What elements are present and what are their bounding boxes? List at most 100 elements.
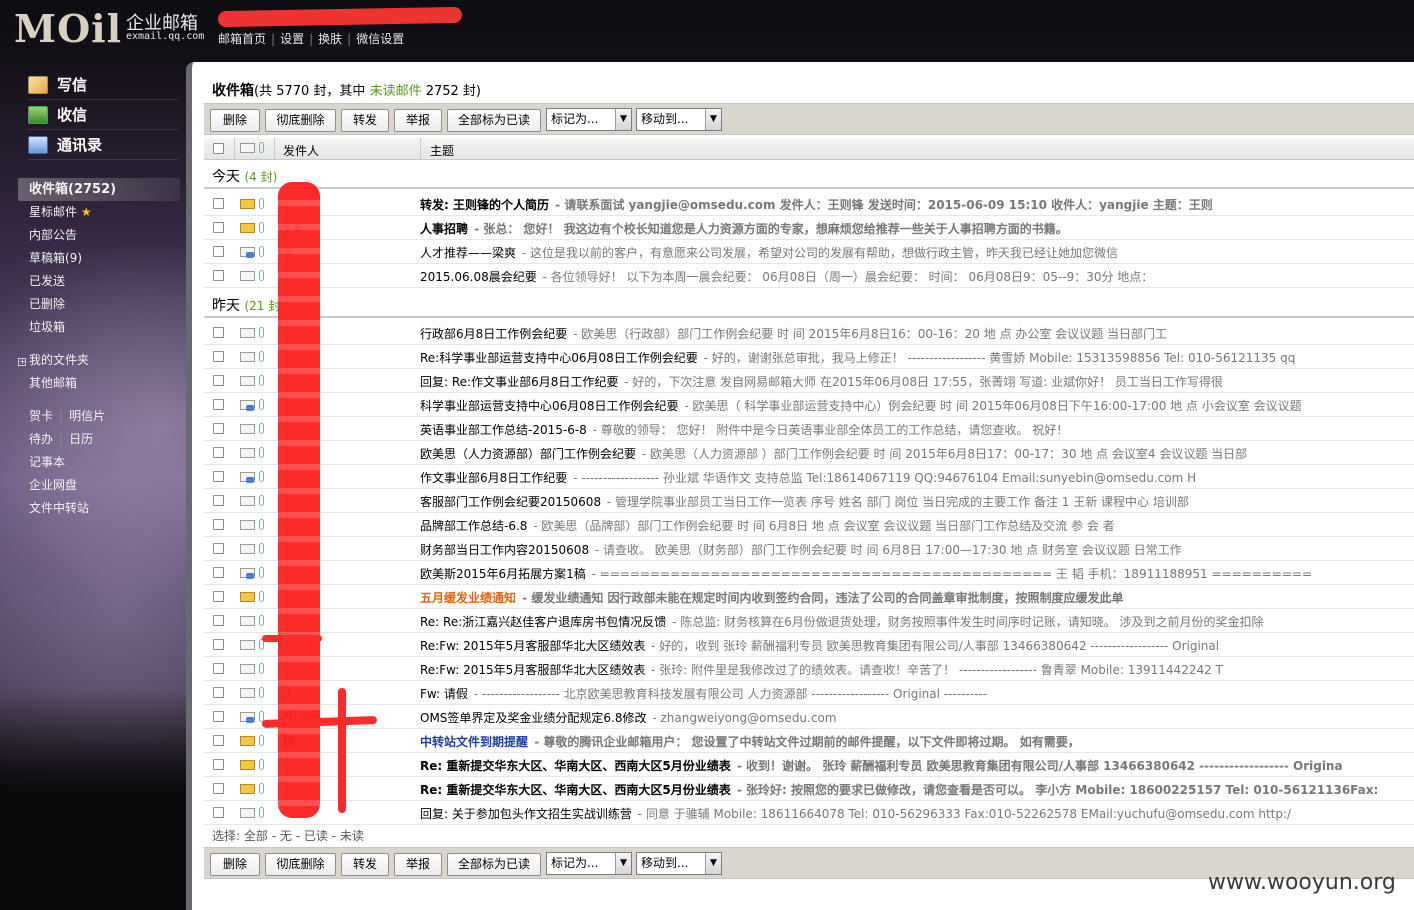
row-subject[interactable]: 五月缓发业绩通知 - 缓发业绩通知 因行政部未能在规定时间内收到签约合同，违法了… <box>420 589 1124 606</box>
row-subject[interactable]: Re:Fw: 2015年5月客服部华北大区绩效表 - 好的，收到 张玲 薪酬福利… <box>420 637 1219 654</box>
row-subject[interactable]: 作文事业部6月8日工作纪要 - ------------------ 孙业斌 华… <box>420 469 1196 486</box>
list-item[interactable]: 人Fw: 请假 - ------------------ 北京欧美思教育科技发展… <box>204 681 1414 705</box>
row-subject[interactable]: 人才推荐——梁爽 - 这位是我以前的客户，有意愿来公司发展，希望对公司的发展有帮… <box>420 244 1118 261</box>
mark-all-read-button[interactable]: 全部标为已读 <box>447 853 541 876</box>
column-subject[interactable]: 主题 <box>430 142 454 159</box>
list-item[interactable]: 转发: 王则锋的个人简历 - 请联系面试 yangjie@omsedu.com … <box>204 192 1414 216</box>
column-sender[interactable]: 发件人 <box>283 142 319 159</box>
delete-button[interactable]: 删除 <box>210 109 260 132</box>
mark-as-select[interactable]: 标记为... ▼ <box>546 108 632 131</box>
row-checkbox[interactable] <box>213 270 224 281</box>
sidebar-item-spam[interactable]: 垃圾箱 <box>0 316 185 339</box>
topnav-wechat[interactable]: 微信设置 <box>356 32 404 46</box>
compose-button[interactable]: 写信 <box>28 70 178 100</box>
row-subject[interactable]: OMS签单界定及奖金业绩分配规定6.8修改 - zhangweiyong@oms… <box>420 709 836 726</box>
sidebar-item-transfer[interactable]: 文件中转站 <box>0 497 185 520</box>
row-checkbox[interactable] <box>213 687 224 698</box>
row-checkbox[interactable] <box>213 423 224 434</box>
list-item[interactable]: 英语事业部工作总结-2015-6-8 - 尊敬的领导： 您好！ 附件中是今日英语… <box>204 417 1414 441</box>
row-checkbox[interactable] <box>213 783 224 794</box>
sidebar-item-card[interactable]: 贺卡 <box>29 409 53 423</box>
forward-button[interactable]: 转发 <box>341 853 389 876</box>
topnav-home[interactable]: 邮箱首页 <box>218 32 266 46</box>
row-subject[interactable]: 中转站文件到期提醒 - 尊敬的腾讯企业邮箱用户： 您设置了中转站文件过期前的邮件… <box>420 733 1080 750</box>
row-checkbox[interactable] <box>213 591 224 602</box>
group-count[interactable]: (4 封) <box>244 170 277 184</box>
row-checkbox[interactable] <box>213 567 224 578</box>
row-checkbox[interactable] <box>213 447 224 458</box>
row-subject[interactable]: 行政部6月8日工作例会纪要 - 欧美思（行政部）部门工作例会纪要 时 间 201… <box>420 325 1167 342</box>
row-checkbox[interactable] <box>213 807 224 818</box>
forward-button[interactable]: 转发 <box>341 109 389 132</box>
sidebar-item-deleted[interactable]: 已删除 <box>0 293 185 316</box>
sidebar-item-calendar[interactable]: 日历 <box>69 432 93 446</box>
select-all-checkbox[interactable] <box>213 143 224 154</box>
sidebar-item-other-mailbox[interactable]: 其他邮箱 <box>0 372 185 395</box>
unread-link[interactable]: 未读邮件 <box>370 84 422 99</box>
receive-button[interactable]: 收信 <box>28 100 178 130</box>
expand-icon[interactable]: + <box>18 358 26 366</box>
list-item[interactable]: 科学事业部运营支持中心06月08日工作例会纪要 - 欧美思（ 科学事业部运营支持… <box>204 393 1414 417</box>
list-item[interactable]: 回复: 关于参加包头作文招生实战训练营 - 同意 于骓辅 Mobile: 186… <box>204 801 1414 825</box>
list-item[interactable]: Re:Fw: 2015年5月客服部华北大区绩效表 - 好的，收到 张玲 薪酬福利… <box>204 633 1414 657</box>
perm-delete-button[interactable]: 彻底删除 <box>265 853 336 876</box>
sidebar-item-sent[interactable]: 已发送 <box>0 270 185 293</box>
row-checkbox[interactable] <box>213 519 224 530</box>
row-checkbox[interactable] <box>213 399 224 410</box>
row-checkbox[interactable] <box>213 222 224 233</box>
row-checkbox[interactable] <box>213 471 224 482</box>
sidebar-item-postcard[interactable]: 明信片 <box>69 409 105 423</box>
row-subject[interactable]: Fw: 请假 - ------------------ 北京欧美思教育科技发展有… <box>420 685 987 702</box>
row-subject[interactable]: 回复: Re:作文事业部6月8日工作纪要 - 好的，下次注意 发自网易邮箱大师 … <box>420 373 1223 390</box>
row-subject[interactable]: 人事招聘 - 张总： 您好！ 我这边有个校长知道您是人力资源方面的专家，想麻烦您… <box>420 220 1068 237</box>
list-item[interactable]: 作文事业部6月8日工作纪要 - ------------------ 孙业斌 华… <box>204 465 1414 489</box>
move-to-select[interactable]: 移动到... ▼ <box>636 852 722 875</box>
mark-all-read-button[interactable]: 全部标为已读 <box>447 109 541 132</box>
select-read-link[interactable]: 已读 <box>304 829 328 843</box>
sidebar-item-myfolders[interactable]: + 我的文件夹 <box>0 349 185 372</box>
row-subject[interactable]: 欧美思（人力资源部）部门工作例会纪要 - 欧美思（人力资源部 ）部门工作例会纪要… <box>420 445 1247 462</box>
row-subject[interactable]: 2015.06.08晨会纪要 - 各位领导好！ 以下为本周一晨会纪要： 06月0… <box>420 268 1153 285</box>
delete-button[interactable]: 删除 <box>210 853 260 876</box>
report-button[interactable]: 举报 <box>394 109 442 132</box>
list-item[interactable]: 行政部6月8日工作例会纪要 - 欧美思（行政部）部门工作例会纪要 时 间 201… <box>204 321 1414 345</box>
contacts-button[interactable]: 通讯录 <box>28 130 178 160</box>
row-checkbox[interactable] <box>213 663 224 674</box>
list-item[interactable]: 欧美斯2015年6月拓展方案1稿 - =====================… <box>204 561 1414 585</box>
row-subject[interactable]: Re: Re:浙江嘉兴赵佳客户退库房书包情况反馈 - 陈总监: 财务核算在6月份… <box>420 613 1264 630</box>
list-item[interactable]: 五月缓发业绩通知 - 缓发业绩通知 因行政部未能在规定时间内收到签约合同，违法了… <box>204 585 1414 609</box>
row-checkbox[interactable] <box>213 351 224 362</box>
list-item[interactable]: 腾中转站文件到期提醒 - 尊敬的腾讯企业邮箱用户： 您设置了中转站文件过期前的邮… <box>204 729 1414 753</box>
topnav-settings[interactable]: 设置 <box>280 32 304 46</box>
topnav-skin[interactable]: 换肤 <box>318 32 342 46</box>
row-subject[interactable]: Re: 重新提交华东大区、华南大区、西南大区5月份业绩表 - 收到！谢谢。 张玲… <box>420 757 1343 774</box>
row-checkbox[interactable] <box>213 543 224 554</box>
list-item[interactable]: Re:科学事业部运营支持中心06月08日工作例会纪要 - 好的，谢谢张总审批，我… <box>204 345 1414 369</box>
sidebar-item-todo[interactable]: 待办 <box>29 432 53 446</box>
mark-as-select[interactable]: 标记为... ▼ <box>546 852 632 875</box>
row-subject[interactable]: Re:Fw: 2015年5月客服部华北大区绩效表 - 张玲: 附件里是我修改过了… <box>420 661 1223 678</box>
select-all-link[interactable]: 全部 <box>244 829 268 843</box>
list-item[interactable]: 品牌部工作总结-6.8 - 欧美思（品牌部）部门工作例会纪要 时 间 6月8日 … <box>204 513 1414 537</box>
row-subject[interactable]: Re: 重新提交华东大区、华南大区、西南大区5月份业绩表 - 张玲好: 按照您的… <box>420 781 1378 798</box>
perm-delete-button[interactable]: 彻底删除 <box>265 109 336 132</box>
row-subject[interactable]: Re:科学事业部运营支持中心06月08日工作例会纪要 - 好的，谢谢张总审批，我… <box>420 349 1295 366</box>
row-subject[interactable]: 回复: 关于参加包头作文招生实战训练营 - 同意 于骓辅 Mobile: 186… <box>420 805 1291 822</box>
row-checkbox[interactable] <box>213 759 224 770</box>
row-checkbox[interactable] <box>213 639 224 650</box>
row-subject[interactable]: 转发: 王则锋的个人简历 - 请联系面试 yangjie@omsedu.com … <box>420 196 1213 213</box>
list-item[interactable]: Re:Fw: 2015年5月客服部华北大区绩效表 - 张玲: 附件里是我修改过了… <box>204 657 1414 681</box>
sidebar-item-announcements[interactable]: 内部公告 <box>0 224 185 247</box>
row-subject[interactable]: 欧美斯2015年6月拓展方案1稿 - =====================… <box>420 565 1312 582</box>
row-checkbox[interactable] <box>213 327 224 338</box>
list-item[interactable]: zh g@...OMS签单界定及奖金业绩分配规定6.8修改 - zhangwei… <box>204 705 1414 729</box>
row-subject[interactable]: 英语事业部工作总结-2015-6-8 - 尊敬的领导： 您好！ 附件中是今日英语… <box>420 421 1068 438</box>
row-checkbox[interactable] <box>213 198 224 209</box>
row-subject[interactable]: 客服部门工作例会纪要20150608 - 管理学院事业部员工当日工作一览表 序号… <box>420 493 1189 510</box>
row-checkbox[interactable] <box>213 735 224 746</box>
list-item[interactable]: Re: 重新提交华东大区、华南大区、西南大区5月份业绩表 - 张玲好: 按照您的… <box>204 777 1414 801</box>
list-item[interactable]: 回复: Re:作文事业部6月8日工作纪要 - 好的，下次注意 发自网易邮箱大师 … <box>204 369 1414 393</box>
list-item[interactable]: y a人事招聘 - 张总： 您好！ 我这边有个校长知道您是人力资源方面的专家，想… <box>204 216 1414 240</box>
sidebar-item-drafts[interactable]: 草稿箱(9) <box>0 247 185 270</box>
list-item[interactable]: 欧美思（人力资源部）部门工作例会纪要 - 欧美思（人力资源部 ）部门工作例会纪要… <box>204 441 1414 465</box>
